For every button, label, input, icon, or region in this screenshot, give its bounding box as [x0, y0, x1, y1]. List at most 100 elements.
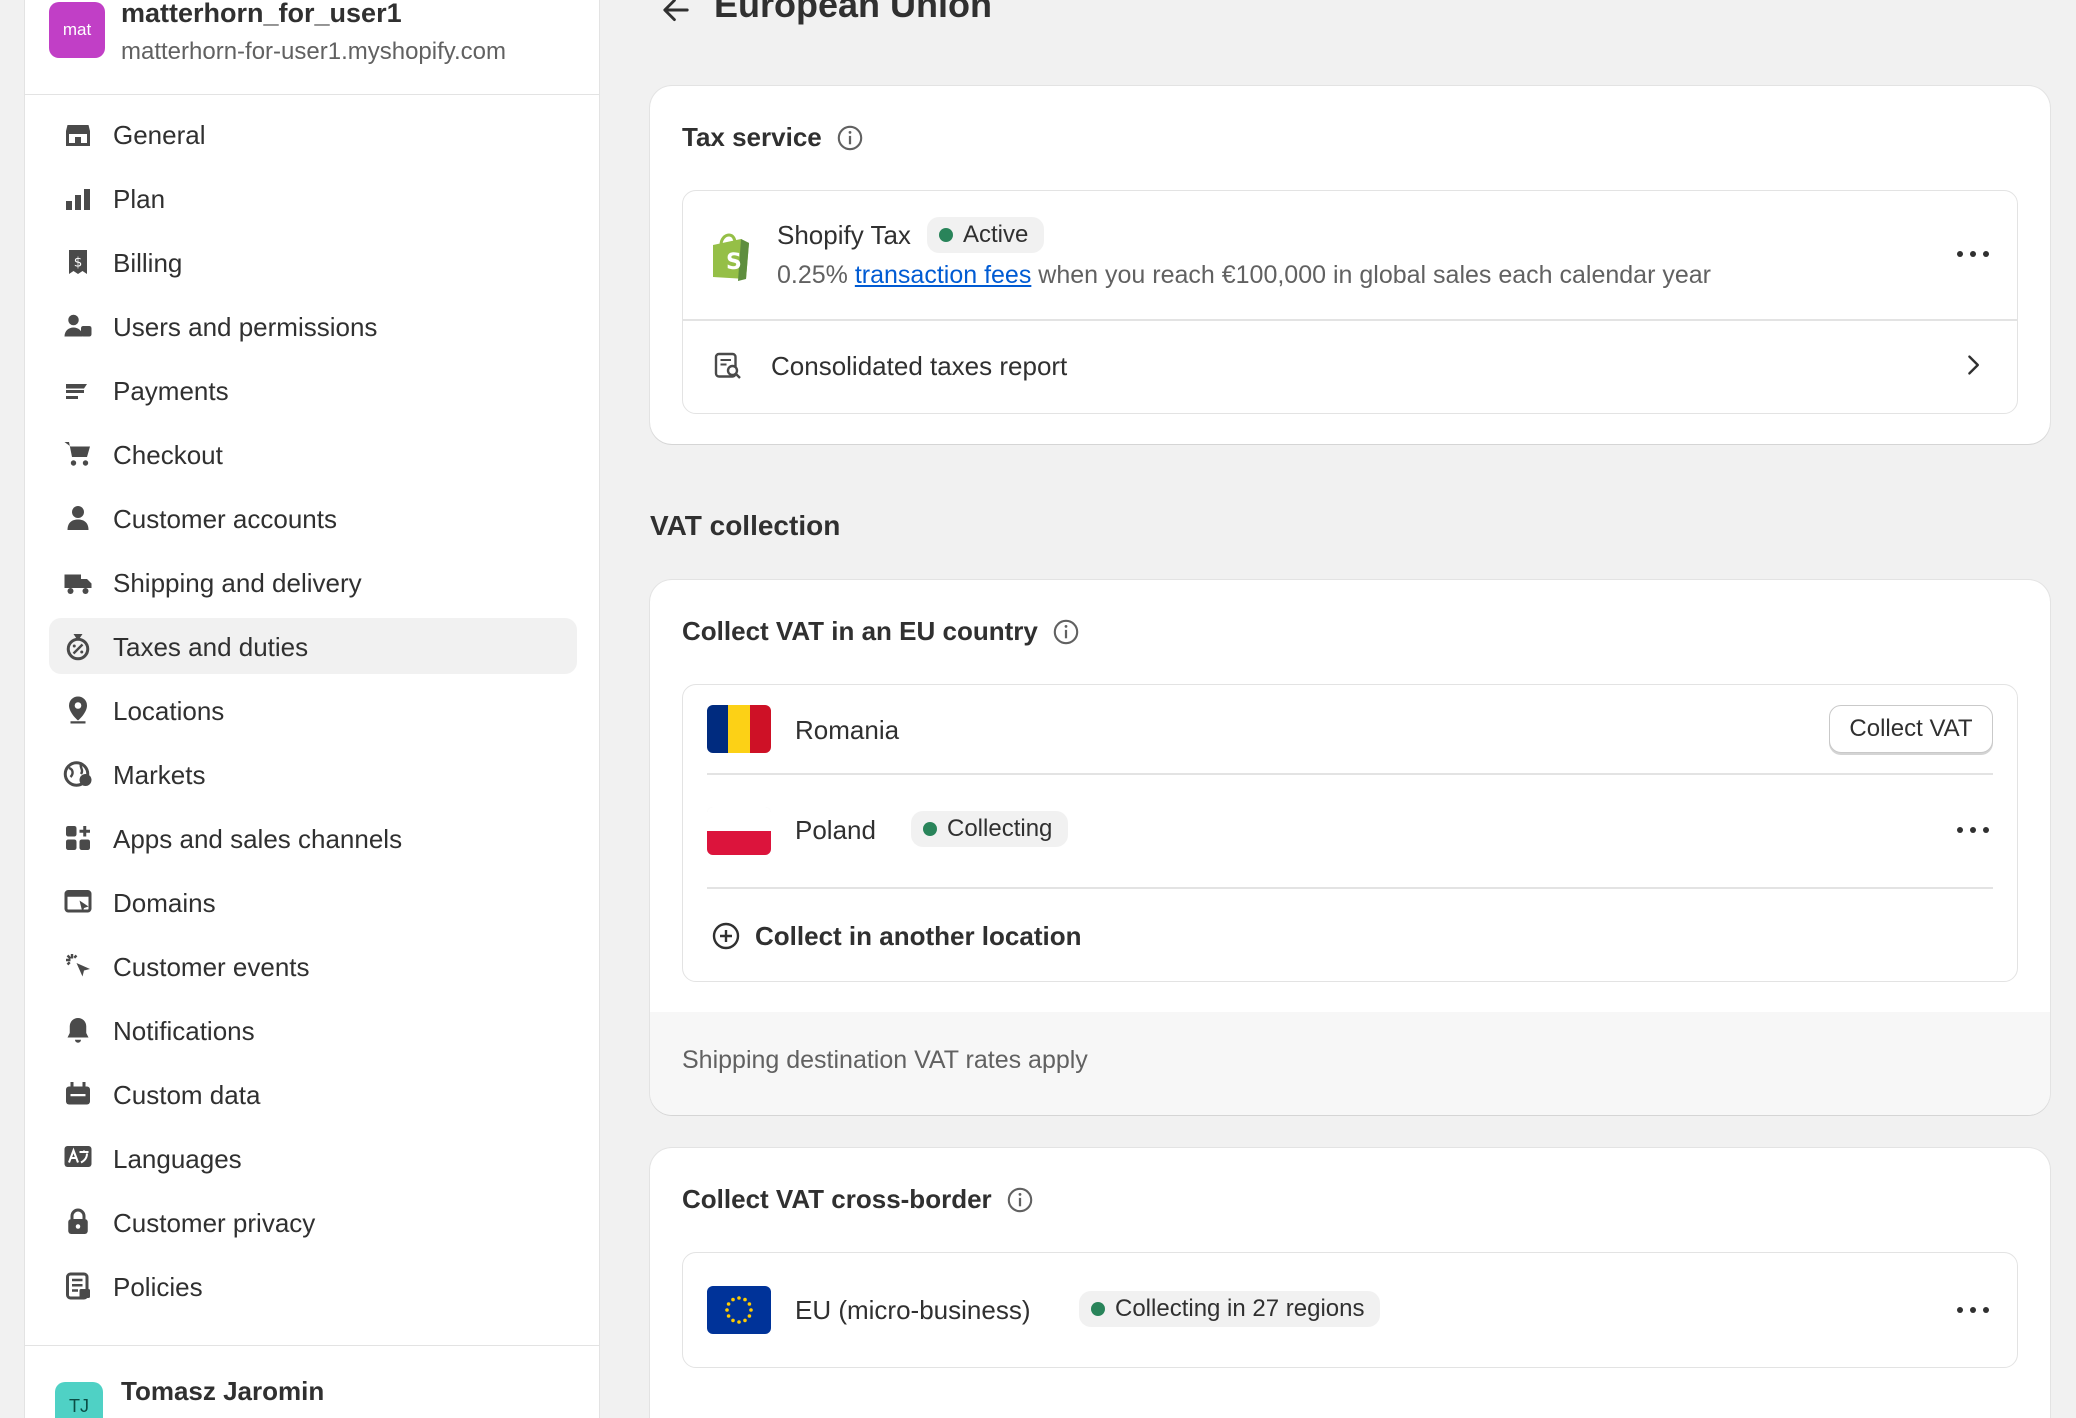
transaction-fees-link[interactable]: transaction fees	[855, 261, 1032, 289]
nav-item-users[interactable]: Users and permissions	[49, 298, 577, 354]
nav-label: Customer privacy	[113, 1208, 316, 1238]
collect-vat-cross-border-card: Collect VAT cross-border EU (micro-busin…	[650, 1148, 2050, 1418]
nav-item-taxes[interactable]: Taxes and duties	[49, 618, 577, 674]
collect-vat-button[interactable]: Collect VAT	[1829, 705, 1993, 753]
status-badge: Collecting	[911, 811, 1069, 847]
nav-item-policies[interactable]: Policies	[49, 1258, 577, 1314]
nav-item-notifications[interactable]: Notifications	[49, 1002, 577, 1058]
svg-text:S: S	[726, 250, 742, 275]
nav-label: Customer events	[113, 952, 310, 982]
fee-rate: 0.25%	[777, 261, 848, 289]
nav-item-apps[interactable]: Apps and sales channels	[49, 810, 577, 866]
billing-icon: $	[63, 247, 93, 277]
nav-label: Policies	[113, 1272, 203, 1302]
country-name: Romania	[795, 715, 900, 745]
info-icon[interactable]	[1052, 618, 1080, 646]
country-list: Romania Collect VAT Poland Collecting Co…	[682, 684, 2018, 982]
nav-label: Users and permissions	[113, 312, 378, 342]
truck-icon	[63, 567, 93, 597]
cross-border-box: EU (micro-business) Collecting in 27 reg…	[682, 1252, 2018, 1368]
nav-label: Languages	[113, 1144, 242, 1174]
settings-page: mat matterhorn_for_user1 matterhorn-for-…	[0, 0, 2076, 1418]
tax-service-description: 0.25% transaction fees when you reach €1…	[777, 261, 1711, 290]
store-icon	[63, 119, 93, 149]
nav-label: Taxes and duties	[113, 632, 309, 662]
nav-item-payments[interactable]: Payments	[49, 362, 577, 418]
nav-item-plan[interactable]: Plan	[49, 170, 577, 226]
cursor-icon	[63, 951, 93, 981]
nav-label: General	[113, 120, 206, 150]
lock-icon	[63, 1207, 93, 1237]
apps-icon	[63, 823, 93, 853]
card-title: Collect VAT cross-border	[682, 1184, 992, 1214]
more-actions-button[interactable]	[1957, 1307, 1989, 1315]
more-actions-button[interactable]	[1957, 251, 1989, 259]
language-icon	[63, 1143, 93, 1173]
users-icon	[63, 311, 93, 341]
nav-item-shipping[interactable]: Shipping and delivery	[49, 554, 577, 610]
country-name: Poland	[795, 815, 876, 845]
report-label: Consolidated taxes report	[771, 351, 1068, 381]
nav-item-customer-privacy[interactable]: Customer privacy	[49, 1194, 577, 1250]
nav-label: Checkout	[113, 440, 223, 470]
payments-icon	[63, 375, 93, 405]
more-actions-button[interactable]	[1957, 827, 1989, 835]
collect-vat-eu-card: Collect VAT in an EU country Romania Col…	[650, 580, 2050, 1115]
status-dot	[1091, 1302, 1105, 1316]
nav-item-customer-accounts[interactable]: Customer accounts	[49, 490, 577, 546]
collect-another-location-button[interactable]: Collect in another location	[683, 889, 2017, 981]
nav-label: Apps and sales channels	[113, 824, 403, 854]
globe-icon	[63, 759, 93, 789]
status-dot	[923, 822, 937, 836]
bell-icon	[63, 1015, 93, 1045]
nav-item-checkout[interactable]: Checkout	[49, 426, 577, 482]
status-text: Collecting	[947, 815, 1053, 842]
romania-flag-icon	[707, 705, 771, 753]
status-badge: Collecting in 27 regions	[1079, 1291, 1381, 1327]
info-icon[interactable]	[1006, 1186, 1034, 1214]
plus-circle-icon	[711, 921, 741, 956]
card-title: Tax service	[682, 122, 822, 152]
status-text: Collecting in 27 regions	[1115, 1295, 1365, 1322]
add-location-label: Collect in another location	[755, 921, 1082, 951]
nav-label: Locations	[113, 696, 225, 726]
consolidated-report-row[interactable]: Consolidated taxes report	[683, 321, 2017, 413]
back-arrow-icon[interactable]	[660, 0, 692, 26]
nav-label: Customer accounts	[113, 504, 337, 534]
nav-label: Notifications	[113, 1016, 255, 1046]
list-item-romania: Romania Collect VAT	[683, 685, 2017, 773]
cart-icon	[63, 439, 93, 469]
nav-label: Plan	[113, 184, 166, 214]
user-footer[interactable]: TJ Tomasz Jaromin	[25, 1345, 599, 1418]
nav-item-billing[interactable]: $ Billing	[49, 234, 577, 290]
tax-service-box: S Shopify Tax Active 0.25% transaction f…	[682, 190, 2018, 414]
list-item-eu: EU (micro-business) Collecting in 27 reg…	[683, 1253, 2017, 1367]
nav-item-domains[interactable]: Domains	[49, 874, 577, 930]
nav-item-customer-events[interactable]: Customer events	[49, 938, 577, 994]
nav-item-markets[interactable]: Markets	[49, 746, 577, 802]
settings-sidebar: mat matterhorn_for_user1 matterhorn-for-…	[24, 0, 600, 1418]
taxes-icon	[63, 631, 93, 661]
location-icon	[63, 695, 93, 725]
list-item-poland: Poland Collecting	[683, 775, 2017, 887]
user-name: Tomasz Jaromin	[121, 1376, 325, 1406]
nav-item-locations[interactable]: Locations	[49, 682, 577, 738]
shopify-bag-icon: S	[709, 231, 753, 286]
report-search-icon	[713, 351, 743, 386]
card-footer: Shipping destination VAT rates apply	[650, 1012, 2050, 1115]
nav-item-custom-data[interactable]: Custom data	[49, 1066, 577, 1122]
info-icon[interactable]	[836, 124, 864, 152]
region-name: EU (micro-business)	[795, 1295, 1031, 1325]
nav-item-languages[interactable]: Languages	[49, 1130, 577, 1186]
footer-note: Shipping destination VAT rates apply	[682, 1046, 1088, 1074]
status-badge: Active	[926, 217, 1045, 253]
status-dot	[938, 228, 953, 242]
card-title: Collect VAT in an EU country	[682, 616, 1038, 646]
status-text: Active	[962, 221, 1029, 248]
nav-label: Domains	[113, 888, 216, 918]
store-header[interactable]: mat matterhorn_for_user1 matterhorn-for-…	[25, 0, 599, 95]
domains-icon	[63, 887, 93, 917]
nav-label: Payments	[113, 376, 229, 406]
fee-condition: when you reach €100,000 in global sales …	[1038, 261, 1711, 289]
nav-item-general[interactable]: General	[49, 106, 577, 162]
